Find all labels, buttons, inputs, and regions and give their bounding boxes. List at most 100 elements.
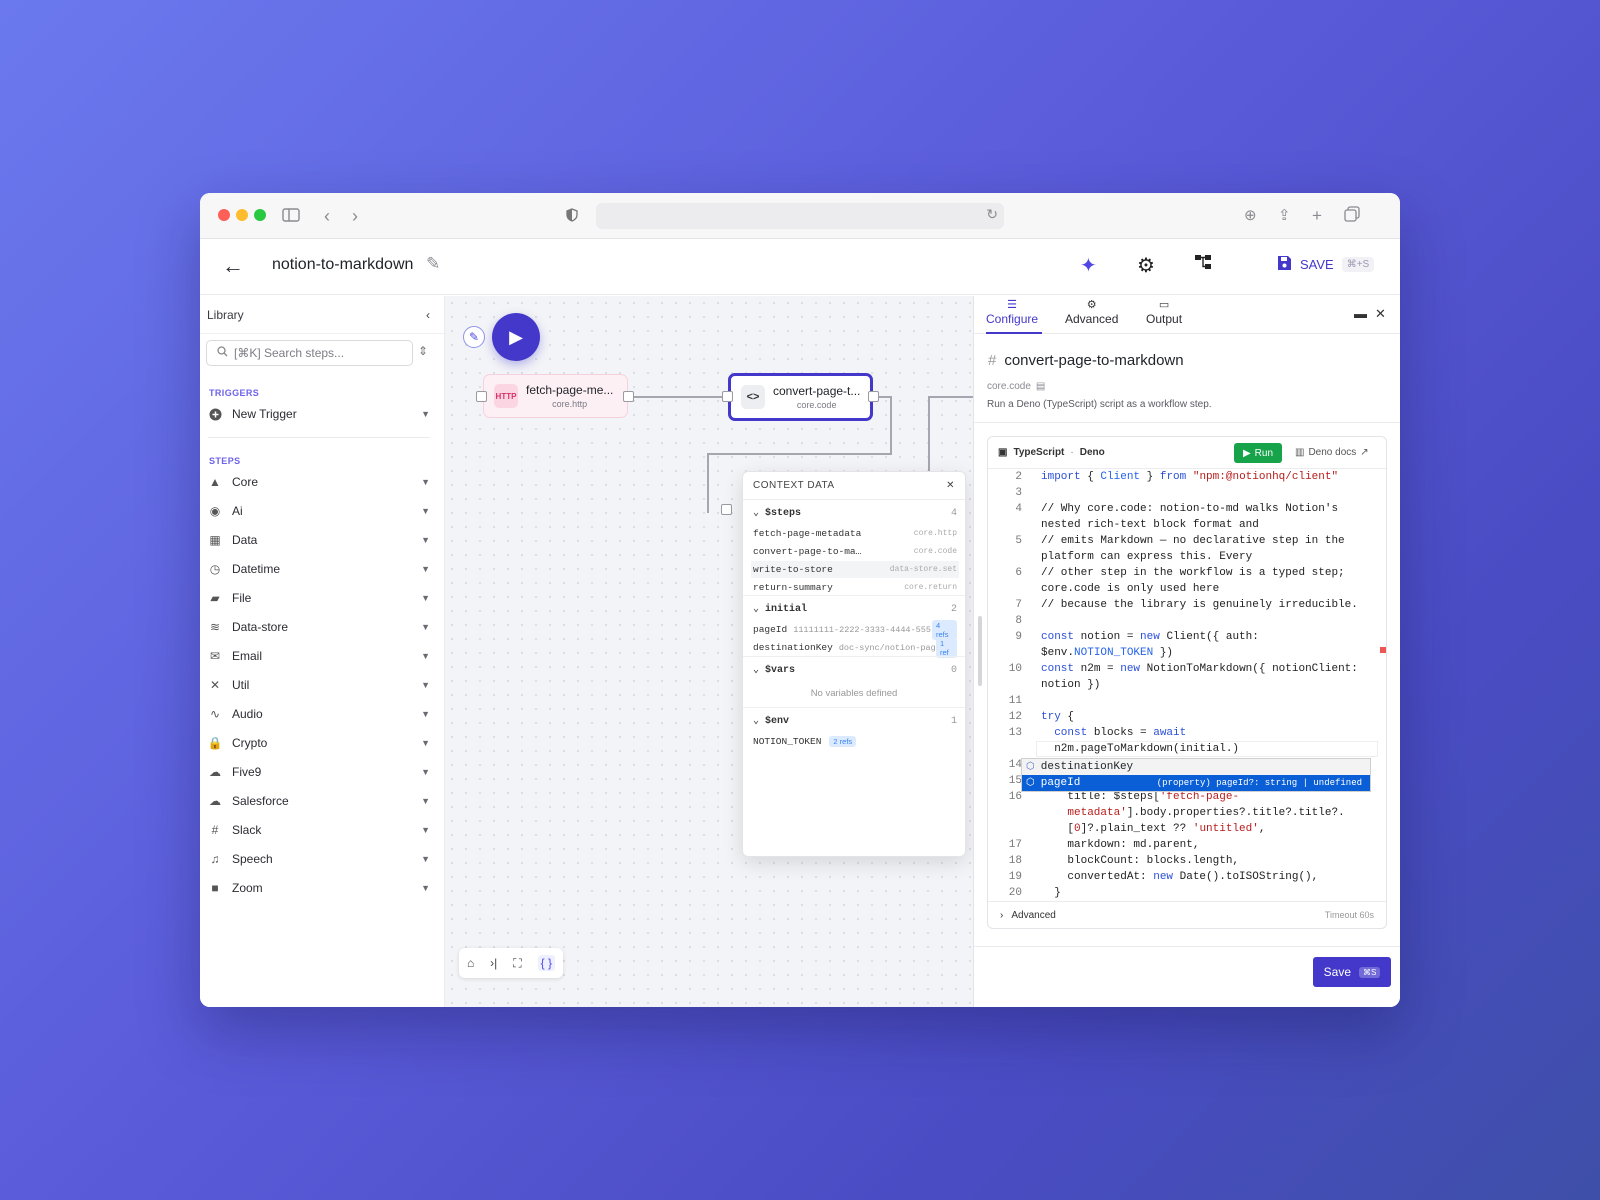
library-title: Library	[207, 307, 244, 322]
sidebar-item-audio[interactable]: ∿ Audio ▼	[208, 703, 430, 725]
close-window-button[interactable]	[218, 209, 230, 221]
sidebar-item-zoom[interactable]: ■ Zoom ▼	[208, 877, 430, 899]
chevron-down-icon: ▼	[421, 883, 430, 893]
header-save-button[interactable]: SAVE ⌘+S	[1276, 255, 1375, 274]
fetch-page-metadata-node[interactable]: HTTP fetch-page-me... core.http	[483, 374, 628, 418]
back-nav-icon[interactable]: ‹	[324, 203, 330, 229]
gear-icon: ⚙	[1086, 299, 1097, 311]
steps-count: 4	[950, 507, 957, 519]
sidebar-toggle-icon[interactable]	[282, 203, 300, 229]
close-icon[interactable]: ✕	[946, 480, 955, 491]
share-icon[interactable]: ⇪	[1278, 203, 1291, 229]
sidebar-item-label: Audio	[232, 707, 263, 721]
node-output-port[interactable]	[623, 391, 634, 402]
back-arrow-icon[interactable]: ←	[222, 253, 244, 279]
minimize-window-button[interactable]	[236, 209, 248, 221]
forward-nav-icon[interactable]: ›	[352, 203, 358, 229]
rename-pencil-icon[interactable]: ✎	[426, 254, 440, 274]
env-group-header[interactable]: ⌄ $env 1	[753, 715, 957, 728]
deno-docs-link[interactable]: ▥ Deno docs ↗	[1295, 447, 1369, 458]
triggers-section-label: TRIGGERS	[209, 388, 260, 398]
context-braces-icon[interactable]: { }	[537, 955, 555, 971]
footer-divider	[974, 946, 1400, 947]
code-area[interactable]: 2 import { Client } from "npm:@notionhq/c…	[988, 469, 1386, 901]
new-trigger-item[interactable]: New Trigger ▼	[208, 403, 430, 425]
context-step-row[interactable]: convert-page-to-ma… core.code	[751, 543, 959, 560]
property-cube-icon: ⬡	[1026, 762, 1035, 773]
sliders-icon: ☰	[1007, 299, 1017, 311]
sidebar-item-data-store[interactable]: ≋ Data-store ▼	[208, 616, 430, 638]
steps-group-header[interactable]: ⌄ $steps 4	[753, 507, 957, 520]
home-icon[interactable]: ⌂	[467, 956, 474, 970]
context-step-row[interactable]: write-to-store data-store.set	[751, 561, 959, 578]
vars-group-header[interactable]: ⌄ $vars 0	[753, 664, 957, 677]
sidebar-item-speech[interactable]: ♫ Speech ▼	[208, 848, 431, 870]
download-icon[interactable]: ⊕	[1244, 203, 1257, 229]
step-forward-icon[interactable]: ›|	[490, 956, 497, 970]
chevron-down-icon: ▼	[421, 738, 430, 748]
save-button[interactable]: Save ⌘S	[1313, 957, 1391, 987]
node-input-port[interactable]	[476, 391, 487, 402]
context-initial-row[interactable]: pageId 11111111-2222-3333-4444-555... 4 re…	[751, 619, 959, 640]
chevron-down-icon: ⌄	[753, 665, 760, 676]
reload-icon[interactable]: ↻	[986, 206, 998, 223]
run-button[interactable]: ▶ Run	[1234, 443, 1282, 463]
sidebar-item-crypto[interactable]: 🔒 Crypto ▼	[208, 732, 430, 754]
sidebar-item-salesforce[interactable]: ☁ Salesforce ▼	[208, 790, 430, 812]
tab-output[interactable]: ▭ Output	[1146, 298, 1182, 326]
close-panel-icon[interactable]: ✕	[1375, 306, 1386, 322]
sort-toggle-icon[interactable]: ⇕	[418, 344, 428, 358]
sidebar-item-ai[interactable]: ◉ Ai ▼	[208, 500, 430, 522]
convert-page-to-markdown-node[interactable]: <> convert-page-t... core.code	[728, 373, 873, 421]
address-bar[interactable]: ↻	[596, 203, 1004, 229]
autocomplete-item[interactable]: ⬡ destinationKey	[1022, 759, 1370, 775]
panel-scrollbar[interactable]	[978, 616, 982, 686]
config-tabs: ☰ Configure ⚙ Advanced ▭ Output ▬ ✕	[974, 296, 1400, 334]
gear-icon[interactable]: ⚙	[1137, 253, 1155, 278]
collapse-chevron-icon[interactable]: ‹	[426, 308, 430, 322]
sidebar-item-core[interactable]: ▲ Core ▼	[208, 471, 430, 493]
sidebar-item-slack[interactable]: # Slack ▼	[208, 819, 430, 841]
tree-layout-icon[interactable]	[1194, 253, 1212, 276]
node-output-port[interactable]	[868, 391, 879, 402]
sidebar-item-file[interactable]: ▰ File ▼	[208, 587, 430, 609]
save-shortcut: ⌘+S	[1341, 257, 1375, 272]
shield-icon[interactable]	[566, 203, 578, 229]
context-step-row[interactable]: return-summary core.return	[751, 579, 959, 596]
sidebar-item-label: Data	[232, 533, 258, 547]
sidebar-item-label: Five9	[232, 765, 262, 779]
search-input[interactable]: [⌘K] Search steps...	[206, 340, 413, 366]
new-tab-icon[interactable]: +	[1312, 203, 1322, 229]
tab-advanced[interactable]: ⚙ Advanced	[1065, 298, 1118, 326]
context-initial-row[interactable]: destinationKey doc-sync/notion-pag...1 re…	[751, 637, 959, 658]
menu-icon[interactable]: ▬	[1354, 306, 1367, 321]
sidebar-item-util[interactable]: ✕ Util ▼	[208, 674, 430, 696]
tab-configure[interactable]: ☰ Configure	[986, 298, 1038, 326]
clock-icon: ◷	[209, 562, 221, 576]
workflow-canvas[interactable]: ✎ ▶ HTTP fetch-page-me... core.http <> c…	[445, 296, 973, 1007]
zoom-window-button[interactable]	[254, 209, 266, 221]
env-row[interactable]: NOTION_TOKEN 2 refs	[751, 733, 959, 750]
sidebar-item-datetime[interactable]: ◷ Datetime ▼	[208, 558, 430, 580]
run-workflow-button[interactable]: ▶	[492, 313, 540, 361]
node-input-port[interactable]	[722, 391, 733, 402]
write-node-port[interactable]	[721, 504, 732, 515]
autocomplete-item-selected[interactable]: ⬡ pageId (property) pageId?: string | un…	[1022, 775, 1370, 791]
edge-right-branch	[929, 396, 973, 398]
sidebar-item-five9[interactable]: ☁ Five9 ▼	[208, 761, 430, 783]
ai-sparkle-icon[interactable]: ✦	[1080, 253, 1097, 278]
sidebar-item-data[interactable]: ▦ Data ▼	[208, 529, 430, 551]
tab-overview-icon[interactable]	[1344, 203, 1360, 229]
chevron-down-icon: ▼	[421, 796, 430, 806]
copy-doc-icon[interactable]: ▤	[1036, 381, 1045, 392]
edit-pencil-icon[interactable]: ✎	[463, 326, 485, 348]
context-divider	[743, 595, 965, 596]
editor-advanced-toggle[interactable]: › Advanced Timeout 60s	[988, 901, 1386, 928]
fit-view-icon[interactable]: ⛶	[513, 956, 521, 971]
sidebar-item-email[interactable]: ✉ Email ▼	[208, 645, 430, 667]
context-step-row[interactable]: fetch-page-metadata core.http	[751, 525, 959, 542]
vars-empty-state: No variables defined	[810, 688, 898, 699]
context-step-name: convert-page-to-ma…	[753, 546, 862, 557]
folder-icon: ▰	[210, 591, 220, 605]
initial-group-header[interactable]: ⌄ initial 2	[753, 603, 957, 616]
